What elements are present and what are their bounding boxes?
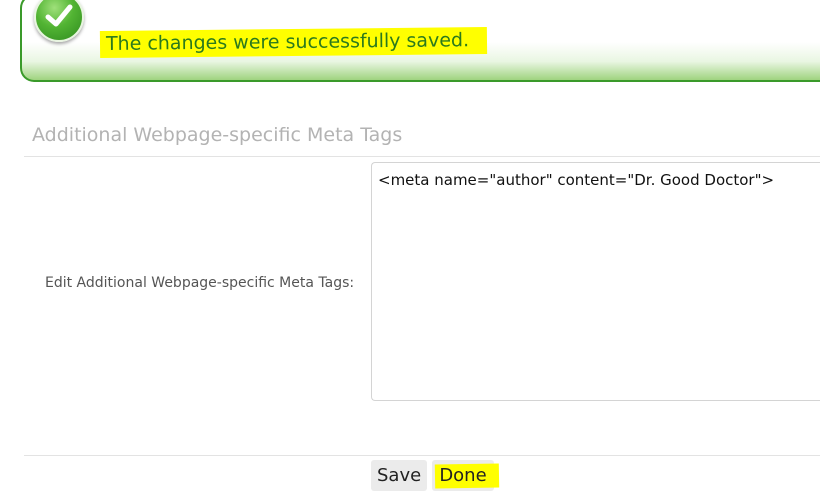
done-button[interactable]: Done bbox=[432, 460, 500, 491]
form-footer-divider bbox=[24, 455, 820, 456]
save-button[interactable]: Save bbox=[371, 460, 427, 491]
page: The changes were successfully saved. Add… bbox=[0, 0, 820, 496]
done-button-label: Done bbox=[439, 465, 487, 486]
success-message: The changes were successfully saved. bbox=[99, 26, 488, 59]
meta-tags-textarea[interactable]: <meta name="author" content="Dr. Good Do… bbox=[371, 162, 820, 401]
meta-tags-label: Edit Additional Webpage-specific Meta Ta… bbox=[45, 275, 355, 291]
section-title: Additional Webpage-specific Meta Tags bbox=[32, 124, 403, 146]
section-divider bbox=[24, 156, 820, 157]
success-banner: The changes were successfully saved. bbox=[20, 0, 820, 82]
checkmark-icon bbox=[34, 0, 84, 42]
